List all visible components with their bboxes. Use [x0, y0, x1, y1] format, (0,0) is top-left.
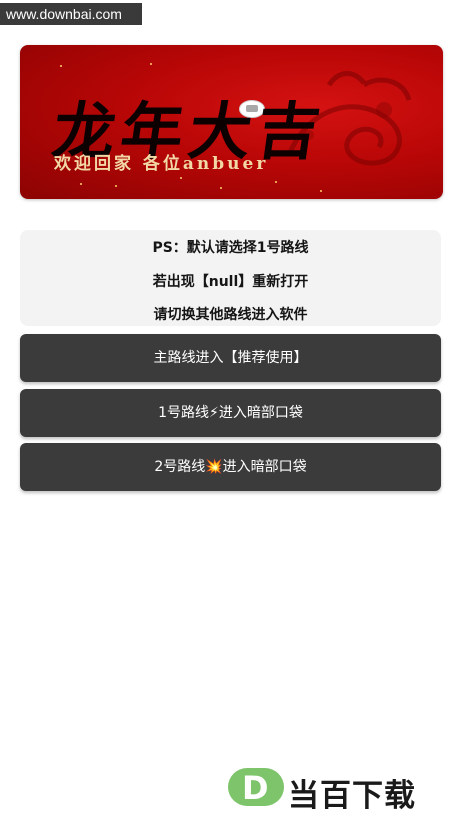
- sparkle: [60, 65, 62, 67]
- brand-logo-letter: D: [242, 769, 269, 807]
- banner-subtitle: 欢迎回家 各位anbuer: [54, 154, 269, 174]
- sparkle: [180, 177, 182, 179]
- sparkle: [80, 183, 82, 185]
- route-1-button[interactable]: 1号路线⚡进入暗部口袋: [20, 389, 441, 437]
- sparkle: [220, 187, 222, 189]
- brand-name: 当百下载: [288, 778, 416, 814]
- notice-line-1: PS：默认请选择1号路线: [152, 240, 309, 256]
- notice-card: PS：默认请选择1号路线 若出现【null】重新打开 请切换其他路线进入软件: [20, 230, 441, 326]
- banner-image: 龙年大吉 欢迎回家 各位anbuer: [20, 45, 443, 199]
- sparkle: [320, 190, 322, 192]
- notice-line-2: 若出现【null】重新打开: [152, 274, 309, 290]
- route-1-label-prefix: 1号路线: [158, 405, 210, 421]
- sparkle: [115, 185, 117, 187]
- route-2-label-prefix: 2号路线: [154, 459, 206, 475]
- lightning-icon: ⚡: [209, 405, 219, 421]
- brand-logo-icon: D: [228, 768, 284, 807]
- route-2-label-suffix: 进入暗部口袋: [222, 459, 307, 475]
- main-route-label: 主路线进入【推荐使用】: [153, 350, 308, 366]
- notice-line-3: 请切换其他路线进入软件: [153, 307, 308, 323]
- collision-icon: 💥: [205, 459, 223, 475]
- route-1-label-suffix: 进入暗部口袋: [218, 405, 303, 421]
- route-2-button[interactable]: 2号路线💥进入暗部口袋: [20, 443, 441, 491]
- main-route-button[interactable]: 主路线进入【推荐使用】: [20, 334, 441, 382]
- sparkle: [150, 63, 152, 65]
- site-watermark: www.downbai.com: [0, 3, 142, 25]
- brand-watermark: D 当百下载: [228, 768, 458, 814]
